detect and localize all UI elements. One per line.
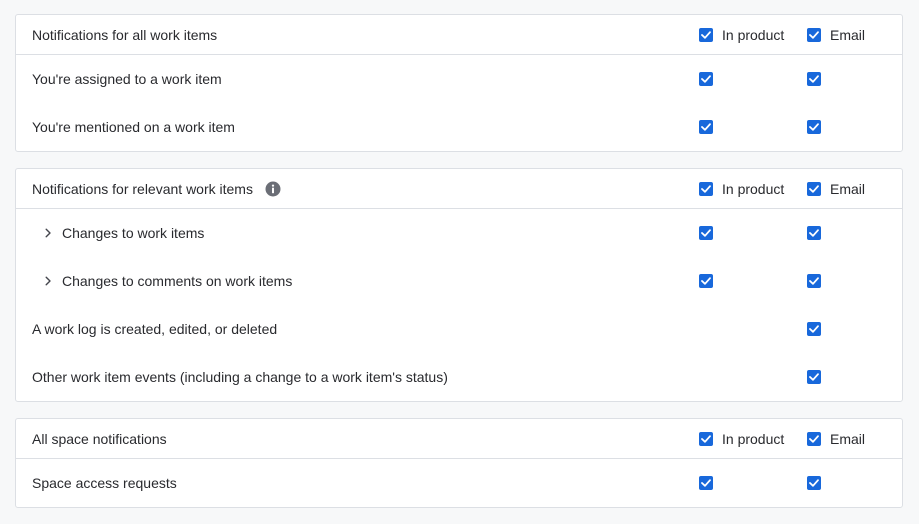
expandable-row[interactable]: Changes to work items bbox=[16, 209, 902, 257]
checkmark-icon bbox=[701, 277, 711, 285]
notification-row: Space access requests bbox=[16, 459, 902, 507]
section-space-notifications: All space notifications In product Email… bbox=[15, 418, 903, 508]
row-label-wrap: Changes to work items bbox=[42, 209, 204, 257]
section-title: Notifications for relevant work items bbox=[32, 180, 253, 197]
email-checkbox[interactable] bbox=[807, 370, 821, 384]
email-checkbox[interactable] bbox=[807, 322, 821, 336]
row-label: Changes to work items bbox=[62, 225, 205, 241]
in-product-all-checkbox[interactable] bbox=[699, 182, 713, 196]
checkmark-icon bbox=[809, 479, 819, 487]
checkmark-icon bbox=[701, 123, 711, 131]
email-column-label: Email bbox=[830, 27, 866, 43]
row-label: Other work item events (including a chan… bbox=[32, 369, 448, 385]
email-checkbox[interactable] bbox=[807, 274, 821, 288]
checkmark-icon bbox=[809, 75, 819, 83]
in-product-column-label: In product bbox=[722, 27, 785, 43]
checkmark-icon bbox=[809, 373, 819, 381]
expandable-row[interactable]: Changes to comments on work items bbox=[16, 257, 902, 305]
section-title: Notifications for all work items bbox=[32, 26, 218, 43]
section-header: Notifications for all work items In prod… bbox=[16, 15, 902, 55]
email-all-checkbox[interactable] bbox=[807, 28, 821, 42]
in-product-all-checkbox[interactable] bbox=[699, 432, 713, 446]
notification-row: Other work item events (including a chan… bbox=[16, 353, 902, 401]
checkmark-icon bbox=[809, 435, 819, 443]
checkmark-icon bbox=[701, 31, 711, 39]
in-product-column-label: In product bbox=[722, 181, 785, 197]
in-product-column-label: In product bbox=[722, 431, 785, 447]
row-label: Changes to comments on work items bbox=[62, 273, 293, 289]
section-title: All space notifications bbox=[32, 430, 167, 447]
checkmark-icon bbox=[701, 479, 711, 487]
checkmark-icon bbox=[701, 185, 711, 193]
notification-row: You're mentioned on a work item bbox=[16, 103, 902, 151]
info-icon[interactable] bbox=[265, 181, 281, 197]
email-column-label: Email bbox=[830, 181, 866, 197]
row-label: You're assigned to a work item bbox=[32, 71, 222, 87]
email-column-label: Email bbox=[830, 431, 866, 447]
in-product-checkbox[interactable] bbox=[699, 72, 713, 86]
row-label: A work log is created, edited, or delete… bbox=[32, 321, 278, 337]
section-relevant-work-items: Notifications for relevant work items In… bbox=[15, 168, 903, 402]
email-checkbox[interactable] bbox=[807, 120, 821, 134]
row-label: You're mentioned on a work item bbox=[32, 119, 235, 135]
email-checkbox[interactable] bbox=[807, 226, 821, 240]
checkmark-icon bbox=[809, 277, 819, 285]
checkmark-icon bbox=[809, 185, 819, 193]
in-product-checkbox[interactable] bbox=[699, 120, 713, 134]
checkmark-icon bbox=[809, 229, 819, 237]
in-product-checkbox[interactable] bbox=[699, 476, 713, 490]
email-all-checkbox[interactable] bbox=[807, 182, 821, 196]
in-product-checkbox[interactable] bbox=[699, 274, 713, 288]
in-product-all-checkbox[interactable] bbox=[699, 28, 713, 42]
row-label: Space access requests bbox=[32, 475, 177, 491]
email-checkbox[interactable] bbox=[807, 72, 821, 86]
checkmark-icon bbox=[701, 229, 711, 237]
email-checkbox[interactable] bbox=[807, 476, 821, 490]
section-header: Notifications for relevant work items In… bbox=[16, 169, 902, 209]
checkmark-icon bbox=[701, 75, 711, 83]
chevron-right-icon[interactable] bbox=[42, 227, 54, 239]
row-label-wrap: Changes to comments on work items bbox=[42, 257, 292, 305]
section-title-wrap: Notifications for relevant work items bbox=[32, 169, 281, 208]
notification-row: You're assigned to a work item bbox=[16, 55, 902, 103]
checkmark-icon bbox=[809, 325, 819, 333]
checkmark-icon bbox=[701, 435, 711, 443]
in-product-checkbox[interactable] bbox=[699, 226, 713, 240]
email-all-checkbox[interactable] bbox=[807, 432, 821, 446]
checkmark-icon bbox=[809, 31, 819, 39]
notification-row: A work log is created, edited, or delete… bbox=[16, 305, 902, 353]
section-all-work-items: Notifications for all work items In prod… bbox=[15, 14, 903, 152]
chevron-right-icon[interactable] bbox=[42, 275, 54, 287]
section-header: All space notifications In product Email bbox=[16, 419, 902, 459]
checkmark-icon bbox=[809, 123, 819, 131]
